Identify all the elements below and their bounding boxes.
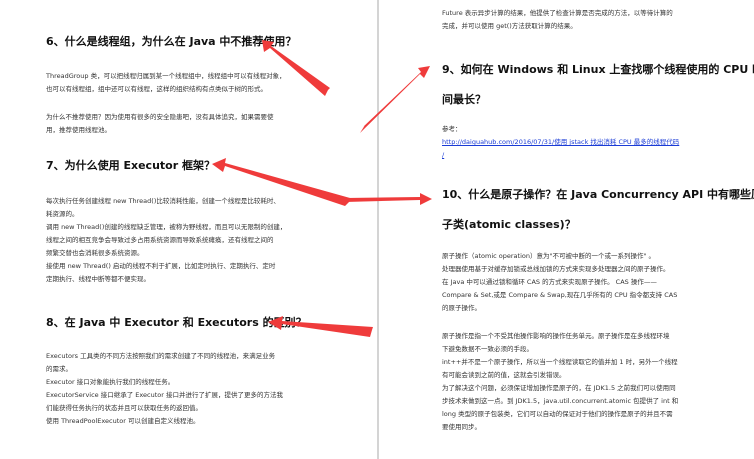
text-line: 也可以有线程组，组中还可以有线程，这样的组织结构有点类似于树的形式。 [46,85,267,93]
q10-paragraph-2: 原子操作是指一个不受其他操作影响的操作任务单元。原子操作是在多线程环境 下避免数… [442,330,678,434]
text-line: 定期执行、线程中断等都不便实现。 [46,275,150,283]
reference-label: 参考： [442,125,462,133]
text-line: 耗资源的。 [46,210,79,218]
text-line: 要使用同步。 [442,423,481,431]
text-line: Compare & Set,或是 Compare & Swap,现在几乎所有的 … [442,291,678,299]
text-line: 有可能会读到之前的值，这就会引发错误。 [442,371,566,379]
future-paragraph: Future 表示异步计算的结果，他提供了检查计算是否完成的方法，以等待计算的 … [442,7,673,33]
right-page: Future 表示异步计算的结果，他提供了检查计算是否完成的方法，以等待计算的 … [379,0,754,459]
heading-line: 9、如何在 Windows 和 Linux 上查找哪个线程使用的 CPU 时 [442,63,754,76]
text-line: ExecutorService 接口继承了 Executor 接口并进行了扩展，… [46,391,284,399]
text-line: 处理器使用基于对缓存加锁或总线加锁的方式来实现多处理器之间的原子操作。 [442,265,670,273]
text-line: 每次执行任务创建线程 new Thread()比较消耗性能，创建一个线程是比较耗… [46,197,280,205]
q9-heading: 9、如何在 Windows 和 Linux 上查找哪个线程使用的 CPU 时 间… [442,55,754,115]
heading-line: 间最长？ [442,93,486,106]
q6-paragraph-1: ThreadGroup 类，可以把线程归属到某一个线程组中，线程组中可以有线程对… [46,70,286,96]
q8-heading: 8、在 Java 中 Executor 和 Executors 的区别？ [46,316,307,329]
left-page: 6、什么是线程组，为什么在 Java 中不推荐使用？ ThreadGroup 类… [0,0,377,459]
text-line: 下避免数据不一致必须的手段。 [442,345,533,353]
q6-heading: 6、什么是线程组，为什么在 Java 中不推荐使用？ [46,35,297,48]
heading-line: 10、什么是原子操作？在 Java Concurrency API 中有哪些原 [442,188,754,201]
text-line: 步技术来做到这一点。到 JDK1.5，java.util.concurrent.… [442,397,679,405]
text-line: 线程之间的相互竞争会导致过多占用系统资源而导致系统瘫痪，还有线程之间的 [46,236,274,244]
reference-link-end[interactable]: / [442,151,444,159]
heading-line: 子类(atomic classes)？ [442,218,576,231]
q7-heading: 7、为什么使用 Executor 框架？ [46,159,215,172]
text-line: 原子操作是指一个不受其他操作影响的操作任务单元。原子操作是在多线程环境 [442,332,670,340]
text-line: 用，推荐使用线程池。 [46,126,111,134]
text-line: 的需求。 [46,365,72,373]
text-line: 为什么不推荐使用？因为使用有很多的安全隐患吧，没有具体追究，如果需要使 [46,113,274,121]
text-line: 原子操作（atomic operation）意为"不可被中断的一个或一系列操作"… [442,252,656,260]
text-line: Executors 工具类的不同方法按照我们的需求创建了不同的线程池，来满足业务 [46,352,276,360]
q8-paragraph: Executors 工具类的不同方法按照我们的需求创建了不同的线程池，来满足业务… [46,350,283,428]
text-line: 调用 new Thread()创建的线程缺乏管理，被称为野线程，而且可以无限制的… [46,223,287,231]
text-line: 在 Java 中可以通过锁和循环 CAS 的方式来实现原子操作。 CAS 操作—… [442,278,657,286]
text-line: 为了解决这个问题，必须保证增加操作是原子的，在 JDK1.5 之前我们可以使用同 [442,384,676,392]
text-line: Future 表示异步计算的结果，他提供了检查计算是否完成的方法，以等待计算的 [442,9,673,17]
reference-link[interactable]: http://daiguahub.com/2016/07/31/使用 jstac… [442,138,679,146]
q7-paragraph: 每次执行任务创建线程 new Thread()比较消耗性能，创建一个线程是比较耗… [46,195,286,286]
q10-paragraph-1: 原子操作（atomic operation）意为"不可被中断的一个或一系列操作"… [442,250,677,315]
q9-reference: 参考： http://daiguahub.com/2016/07/31/使用 j… [442,123,679,162]
text-line: int++并不是一个原子操作，所以当一个线程读取它的值并加 1 时，另外一个线程 [442,358,678,366]
text-line: 们能获得任务执行的状态并且可以获取任务的返回值。 [46,404,202,412]
text-line: Executor 接口对象能执行我们的线程任务。 [46,378,175,386]
text-line: 完成，并可以使用 get()方法获取计算的结果。 [442,22,577,30]
text-line: 使用 ThreadPoolExecutor 可以创建自定义线程池。 [46,417,200,425]
text-line: 接使用 new Thread() 启动的线程不利于扩展，比如定时执行、定期执行、… [46,262,276,270]
text-line: ThreadGroup 类，可以把线程归属到某一个线程组中，线程组中可以有线程对… [46,72,286,80]
text-line: 的原子操作。 [442,304,481,312]
text-line: long 类型的原子包装类，它们可以自动的保证对于他们的操作是原子的并且不需 [442,410,673,418]
text-line: 频繁交替也会消耗很多系统资源。 [46,249,144,257]
q6-paragraph-2: 为什么不推荐使用？因为使用有很多的安全隐患吧，没有具体追究，如果需要使 用，推荐… [46,111,274,137]
q10-heading: 10、什么是原子操作？在 Java Concurrency API 中有哪些原 … [442,180,754,240]
